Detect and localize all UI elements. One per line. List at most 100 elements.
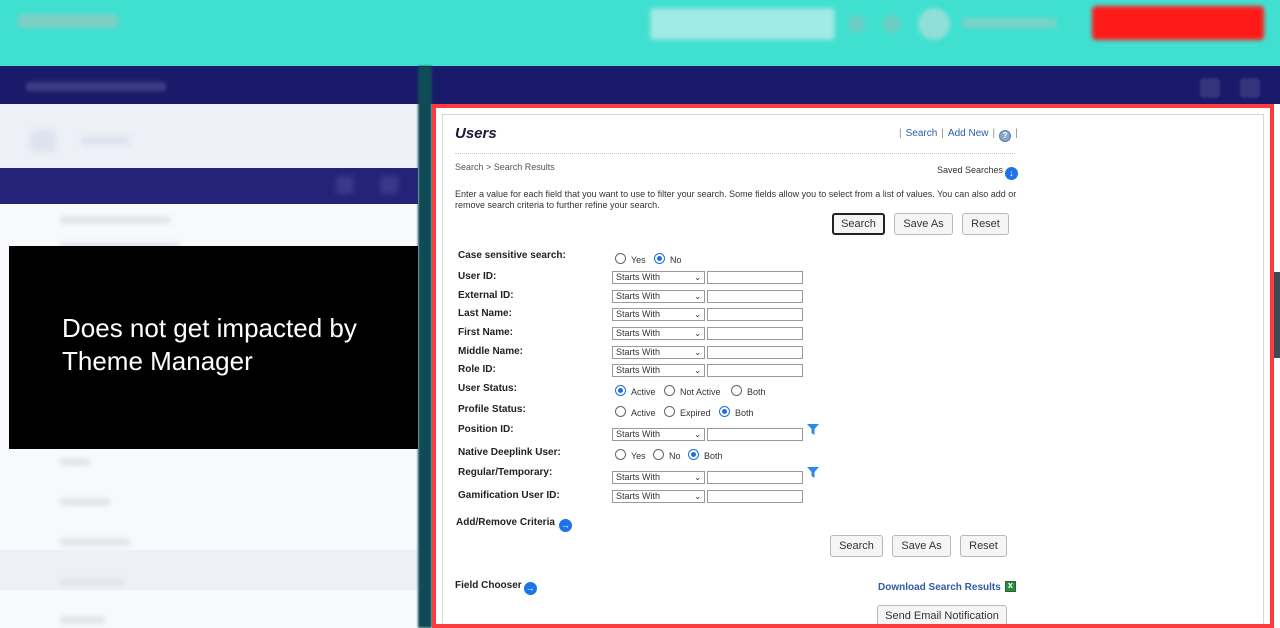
position-id-input[interactable] <box>707 428 803 441</box>
notification-icon[interactable] <box>848 15 866 33</box>
position-id-operator-select[interactable]: Starts With ⌄ <box>612 428 705 441</box>
user-status-label: User Status: <box>458 383 517 394</box>
field-chooser-label: Field Chooser <box>455 580 522 591</box>
user-status-not-active-radio[interactable] <box>664 385 675 396</box>
select-value: Starts With <box>616 472 661 482</box>
gamification-id-input[interactable] <box>707 490 803 503</box>
regular-temporary-label: Regular/Temporary: <box>458 467 553 478</box>
nav-title <box>26 82 166 91</box>
reset-button-bottom[interactable]: Reset <box>960 535 1007 557</box>
select-value: Starts With <box>616 429 661 439</box>
arrow-down-icon[interactable]: ↓ <box>1005 167 1019 180</box>
role-id-input[interactable] <box>707 364 803 377</box>
edit-icon[interactable] <box>1200 78 1220 98</box>
global-search-input[interactable] <box>650 8 835 40</box>
add-new-link[interactable]: Add New <box>948 128 989 139</box>
sidebar-tool-icon[interactable] <box>336 176 354 194</box>
radio-label: Expired <box>680 408 711 418</box>
chevron-down-icon: ⌄ <box>694 273 701 282</box>
download-results-label: Download Search Results <box>878 582 1001 593</box>
radio-label: Both <box>704 451 723 461</box>
save-as-button-bottom[interactable]: Save As <box>892 535 951 557</box>
select-value: Starts With <box>616 291 661 301</box>
search-button[interactable]: Search <box>832 213 885 235</box>
regular-temporary-input[interactable] <box>707 471 803 484</box>
profile-status-active-radio[interactable] <box>615 406 626 417</box>
chevron-down-icon: ⌄ <box>694 366 701 375</box>
last-name-input[interactable] <box>707 308 803 321</box>
send-email-notification-button[interactable]: Send Email Notification <box>877 605 1007 624</box>
search-button-bottom[interactable]: Search <box>830 535 883 557</box>
annotation-text: Does not get impacted by Theme Manager <box>62 313 357 376</box>
user-status-active-radio[interactable] <box>615 385 626 396</box>
sidebar-item[interactable] <box>60 616 105 624</box>
last-name-operator-select[interactable]: Starts With ⌄ <box>612 308 705 321</box>
users-search-form: Users | Search | Add New |? | Search > Search… <box>442 114 1264 624</box>
radio-label: Yes <box>631 255 646 265</box>
select-value: Starts With <box>616 309 661 319</box>
deeplink-no-radio[interactable] <box>653 449 664 460</box>
case-sensitive-yes-radio[interactable] <box>615 253 626 264</box>
page-nav-bar <box>0 66 1280 104</box>
sidebar-header-label <box>80 136 130 145</box>
external-id-operator-select[interactable]: Starts With ⌄ <box>612 290 705 303</box>
search-link[interactable]: Search <box>906 128 938 139</box>
last-name-label: Last Name: <box>458 308 512 319</box>
sidebar-item[interactable] <box>60 216 170 224</box>
select-value: Starts With <box>616 328 661 338</box>
radio-label: No <box>669 451 681 461</box>
sidebar-tool-icon[interactable] <box>380 176 398 194</box>
profile-status-label: Profile Status: <box>458 404 526 415</box>
add-remove-criteria-link[interactable]: Add/Remove Criteria → <box>456 517 572 532</box>
more-icon[interactable] <box>1240 78 1260 98</box>
profile-status-expired-radio[interactable] <box>664 406 675 417</box>
avatar[interactable] <box>918 8 950 40</box>
deeplink-yes-radio[interactable] <box>615 449 626 460</box>
user-id-input[interactable] <box>707 271 803 284</box>
user-name[interactable] <box>962 18 1057 28</box>
first-name-label: First Name: <box>458 327 514 338</box>
regular-temporary-operator-select[interactable]: Starts With ⌄ <box>612 471 705 484</box>
chevron-down-icon: ⌄ <box>694 492 701 501</box>
first-name-operator-select[interactable]: Starts With ⌄ <box>612 327 705 340</box>
gamification-id-operator-select[interactable]: Starts With ⌄ <box>612 490 705 503</box>
radio-label: No <box>670 255 682 265</box>
user-id-operator-select[interactable]: Starts With ⌄ <box>612 271 705 284</box>
user-status-both-radio[interactable] <box>731 385 742 396</box>
chevron-down-icon: ⌄ <box>694 473 701 482</box>
question-icon[interactable]: ? <box>999 130 1012 142</box>
select-value: Starts With <box>616 347 661 357</box>
sidebar-item[interactable] <box>60 578 125 586</box>
saved-searches-label: Saved Searches <box>937 165 1004 175</box>
reset-button[interactable]: Reset <box>962 213 1009 235</box>
middle-name-input[interactable] <box>707 346 803 359</box>
external-id-input[interactable] <box>707 290 803 303</box>
deeplink-both-radio[interactable] <box>688 449 699 460</box>
arrow-right-icon: → <box>523 582 537 595</box>
select-value: Starts With <box>616 365 661 375</box>
saved-searches-toggle[interactable]: Saved Searches ↓ <box>937 165 1019 180</box>
sidebar-item[interactable] <box>60 458 90 466</box>
header-links: | Search | Add New |? | <box>899 128 1018 142</box>
sidebar-item[interactable] <box>60 538 130 546</box>
home-icon[interactable] <box>30 130 56 152</box>
gamification-id-label: Gamification User ID: <box>458 490 560 501</box>
page-title: Users <box>455 125 497 142</box>
breadcrumb: Search > Search Results <box>455 162 555 172</box>
field-chooser-link[interactable]: Field Chooser → <box>455 580 537 595</box>
annotation-box: Does not get impacted by Theme Manager <box>9 246 418 449</box>
profile-status-both-radio[interactable] <box>719 406 730 417</box>
download-results-link[interactable]: Download Search Results <box>878 580 1016 593</box>
filter-icon[interactable] <box>807 467 819 478</box>
first-name-input[interactable] <box>707 327 803 340</box>
role-id-operator-select[interactable]: Starts With ⌄ <box>612 364 705 377</box>
header-action-button[interactable] <box>1092 6 1264 40</box>
middle-name-operator-select[interactable]: Starts With ⌄ <box>612 346 705 359</box>
settings-icon[interactable] <box>883 15 901 33</box>
filter-icon[interactable] <box>807 424 819 435</box>
user-id-label: User ID: <box>458 271 497 282</box>
case-sensitive-no-radio[interactable] <box>654 253 665 264</box>
save-as-button[interactable]: Save As <box>894 213 953 235</box>
radio-label: Yes <box>631 451 646 461</box>
sidebar-item[interactable] <box>60 498 110 506</box>
